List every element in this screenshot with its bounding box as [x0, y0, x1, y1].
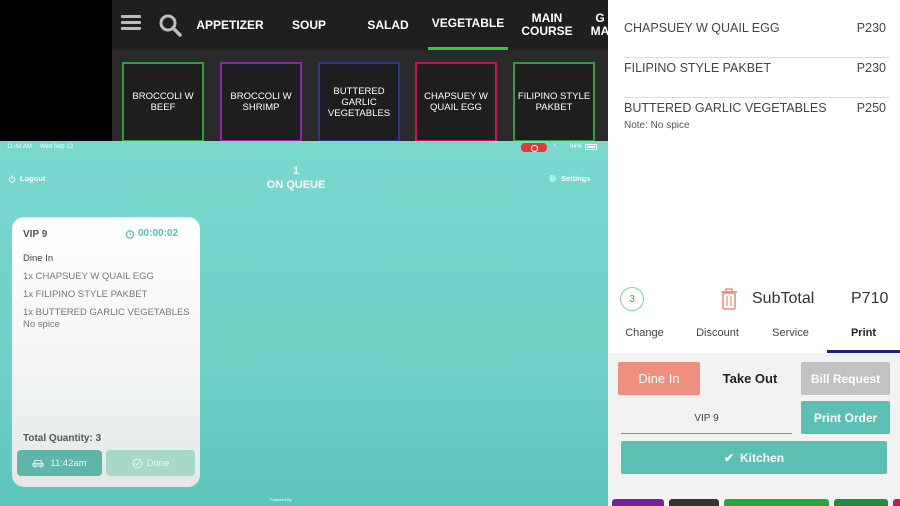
search-icon[interactable]: [158, 13, 182, 37]
table-name-field[interactable]: VIP 9: [621, 403, 792, 434]
powered-by: Powered By: [270, 497, 292, 502]
category-bar: APPETIZER SOUP SALAD VEGETABLE MAIN COUR…: [112, 0, 608, 50]
order-row[interactable]: CHAPSUEY W QUAIL EGG P230: [624, 12, 890, 58]
menu-item[interactable]: BUTTERED GARLIC VEGETABLES: [318, 62, 400, 141]
car-icon: [32, 460, 44, 468]
order-row[interactable]: BUTTERED GARLIC VEGETABLES P250 Note: No…: [624, 98, 890, 138]
order-item-note: Note: No spice: [624, 120, 690, 131]
done-button[interactable]: Done: [106, 450, 195, 476]
dine-in-button[interactable]: Dine In: [618, 362, 700, 395]
kitchen-display: 11:42 AM Wed Sep 13 ◔ 94% Logout 1 ON QU…: [0, 141, 608, 506]
order-card[interactable]: VIP 9 00:00:02 Dine In 1x CHAPSUEY W QUA…: [12, 217, 200, 487]
color-strip: [834, 499, 888, 506]
order-time-button[interactable]: 11:42am: [17, 450, 102, 476]
quantity-badge: 3: [620, 287, 644, 311]
order-line: 1x FILIPINO STYLE PAKBET: [23, 289, 148, 300]
logout-label: Logout: [20, 174, 46, 183]
settings-button[interactable]: Settings: [548, 174, 591, 183]
pos-menu-panel: APPETIZER SOUP SALAD VEGETABLE MAIN COUR…: [112, 0, 608, 141]
order-type: Dine In: [23, 253, 54, 264]
order-item-name: FILIPINO STYLE PAKBET: [624, 61, 772, 75]
order-table: VIP 9: [23, 229, 48, 240]
category-vegetable[interactable]: VEGETABLE: [428, 0, 508, 50]
menu-item[interactable]: FILIPINO STYLE PAKBET: [513, 62, 595, 141]
kitchen-label: Kitchen: [740, 450, 785, 465]
tab-discount[interactable]: Discount: [681, 327, 754, 339]
menu-item[interactable]: BROCCOLI W BEEF: [122, 62, 204, 141]
color-strip: [669, 499, 719, 506]
order-row[interactable]: FILIPINO STYLE PAKBET P230: [624, 58, 890, 98]
order-line: 1x BUTTERED GARLIC VEGETABLES: [23, 307, 190, 318]
power-icon: [8, 174, 16, 183]
gear-icon: [549, 175, 556, 182]
done-label: Done: [146, 457, 170, 469]
action-area: Dine In Take Out Bill Request VIP 9 Prin…: [608, 353, 900, 506]
category-soup[interactable]: SOUP: [280, 0, 338, 50]
battery-percent: 94%: [570, 144, 583, 150]
kitchen-button[interactable]: ✔ Kitchen: [621, 441, 887, 474]
order-line: 1x CHAPSUEY W QUAIL EGG: [23, 271, 154, 282]
check-circle-icon: [132, 458, 143, 468]
color-strip: [724, 499, 829, 506]
order-timer-value: 00:00:02: [138, 228, 179, 239]
take-out-button[interactable]: Take Out: [711, 362, 789, 395]
logout-button[interactable]: Logout: [8, 174, 45, 183]
bill-request-button[interactable]: Bill Request: [801, 362, 890, 395]
check-icon: ✔: [723, 450, 735, 465]
battery-icon: [585, 144, 597, 150]
settings-label: Settings: [561, 174, 591, 183]
order-timer: 00:00:02: [125, 228, 178, 239]
recording-icon: [521, 143, 547, 152]
category-main-course[interactable]: MAIN COURSE: [516, 0, 578, 50]
tab-service[interactable]: Service: [754, 327, 827, 339]
total-quantity: Total Quantity: 3: [23, 433, 102, 444]
color-strip: [893, 499, 900, 506]
hamburger-menu-icon[interactable]: [121, 15, 141, 31]
tab-print[interactable]: Print: [827, 327, 900, 339]
menu-item[interactable]: BROCCOLI W SHRIMP: [220, 62, 302, 141]
queue-label: ON QUEUE: [266, 179, 326, 191]
order-line-note: No spice: [23, 319, 60, 330]
status-time: 11:42 AM: [7, 144, 32, 150]
status-bar: 11:42 AM Wed Sep 13 ◔ 94%: [0, 141, 608, 154]
status-date: Wed Sep 13: [40, 144, 73, 150]
order-summary-panel: CHAPSUEY W QUAIL EGG P230 FILIPINO STYLE…: [608, 0, 900, 506]
tab-change[interactable]: Change: [608, 327, 681, 339]
category-appetizer[interactable]: APPETIZER: [190, 0, 270, 50]
alarm-clock-icon: [125, 229, 135, 239]
subtotal-label: SubTotal: [752, 290, 815, 307]
menu-item[interactable]: CHAPSUEY W QUAIL EGG: [415, 62, 497, 141]
category-more[interactable]: G MA: [588, 0, 608, 50]
wifi-icon: ◔: [552, 143, 557, 150]
category-salad[interactable]: SALAD: [358, 0, 418, 50]
subtotal-value: P710: [851, 290, 889, 307]
queue-count: 1: [292, 165, 300, 177]
order-item-name: CHAPSUEY W QUAIL EGG: [624, 21, 780, 35]
order-item-price: P250: [856, 101, 886, 115]
order-item-name: BUTTERED GARLIC VEGETABLES: [624, 101, 827, 115]
order-time-label: 11:42am: [50, 457, 87, 469]
trash-icon[interactable]: [720, 288, 738, 310]
order-item-price: P230: [856, 61, 886, 75]
print-order-button[interactable]: Print Order: [801, 401, 890, 434]
color-strip: [612, 499, 664, 506]
order-item-price: P230: [856, 21, 886, 35]
